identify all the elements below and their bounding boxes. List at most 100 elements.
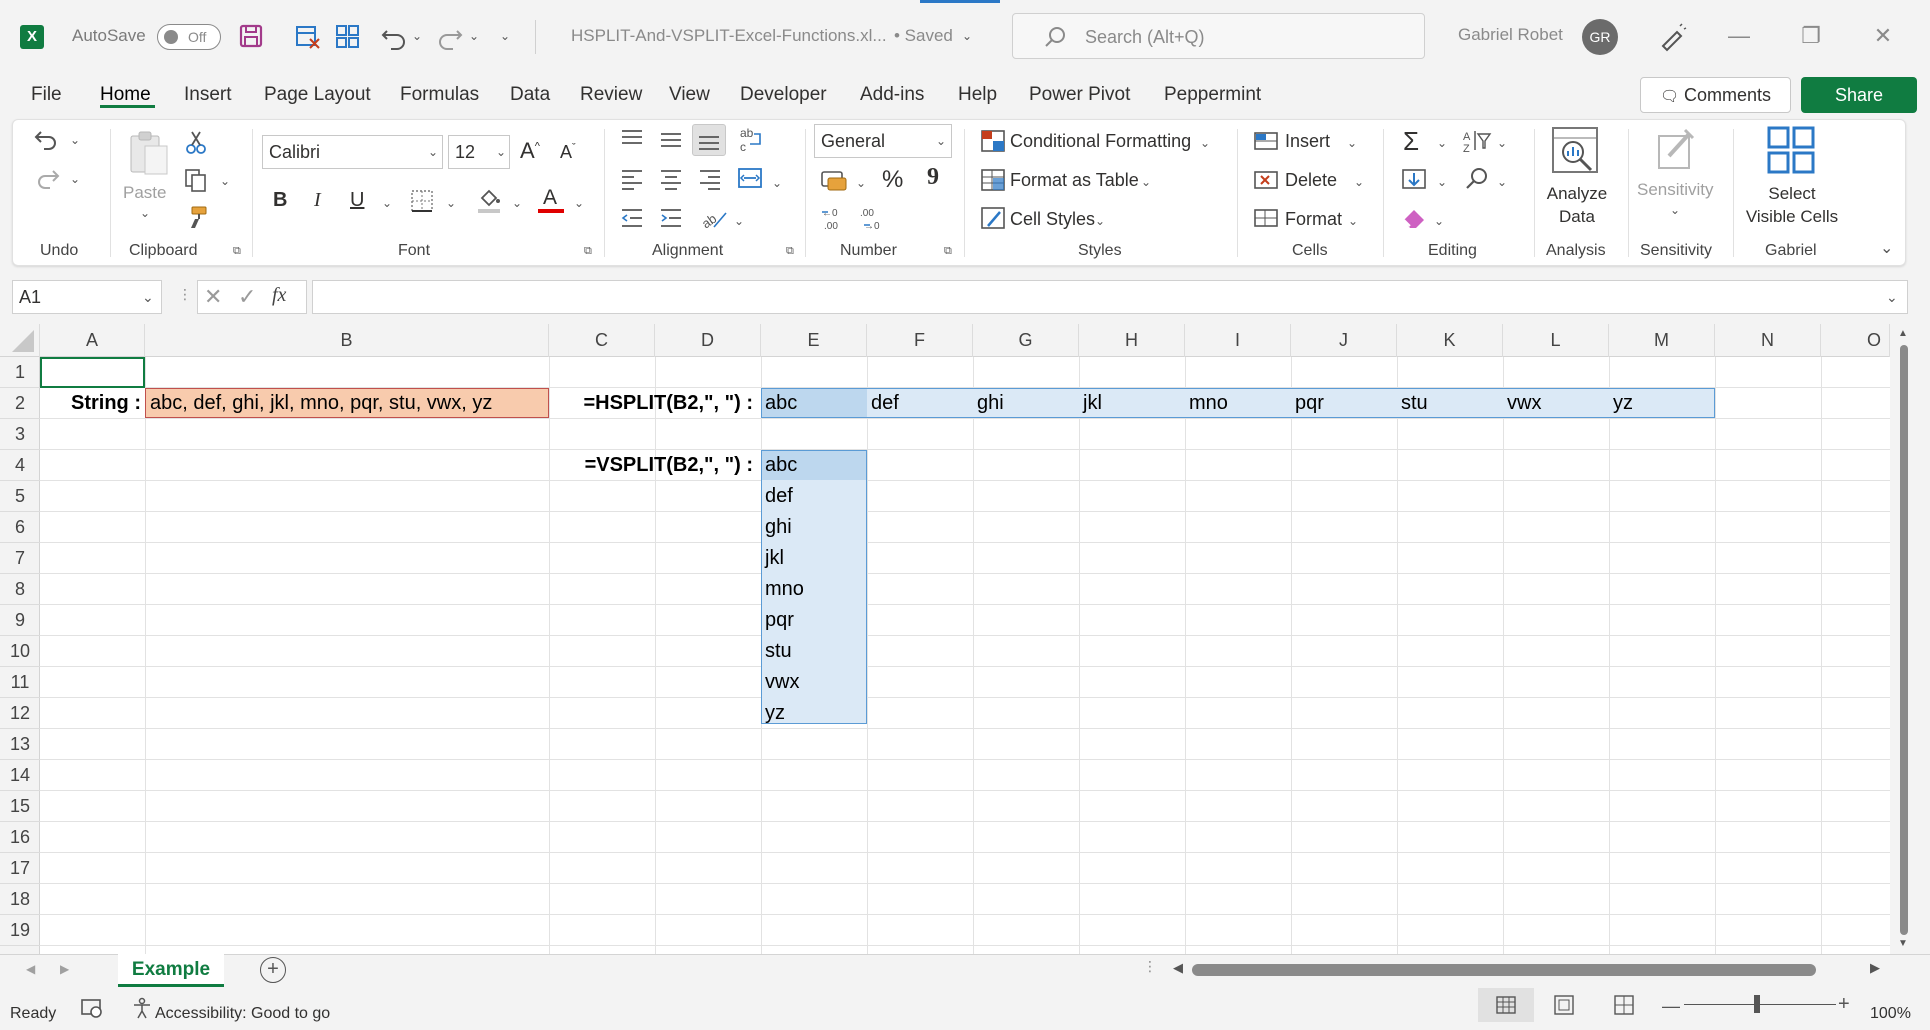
undo-dropdown-icon[interactable]: ⌄ bbox=[70, 133, 80, 147]
scroll-right-icon[interactable]: ▶ bbox=[1870, 960, 1880, 976]
vsplit-cell[interactable]: pqr bbox=[765, 605, 794, 636]
save-icon[interactable] bbox=[234, 19, 268, 53]
fill-color-dropdown-icon[interactable]: ⌄ bbox=[512, 196, 522, 210]
menu-add-ins[interactable]: Add-ins bbox=[860, 84, 924, 106]
customize-qat-icon[interactable]: ⌄ bbox=[500, 29, 510, 43]
row-header[interactable]: 18 bbox=[0, 884, 40, 915]
align-left-icon[interactable] bbox=[620, 168, 644, 190]
autosave-toggle[interactable]: Off bbox=[157, 24, 221, 50]
comma-style-button[interactable]: 9 bbox=[927, 164, 939, 191]
row-header[interactable]: 19 bbox=[0, 915, 40, 946]
decrease-decimal-icon[interactable]: .00 →0 bbox=[858, 204, 888, 232]
accessibility-icon[interactable] bbox=[130, 996, 154, 1020]
cell-c4-formula-text[interactable]: =VSPLIT(B2,", ") : bbox=[549, 450, 753, 481]
orientation-dropdown-icon[interactable]: ⌄ bbox=[734, 214, 744, 228]
accessibility-status[interactable]: Accessibility: Good to go bbox=[155, 1005, 330, 1023]
column-header[interactable]: K bbox=[1397, 324, 1503, 357]
copy-dropdown-icon[interactable]: ⌄ bbox=[220, 174, 230, 188]
hsplit-cell[interactable]: def bbox=[871, 388, 899, 419]
hsplit-cell[interactable]: vwx bbox=[1507, 388, 1541, 419]
redo-dropdown-icon[interactable]: ⌄ bbox=[469, 29, 479, 43]
vsplit-cell[interactable]: mno bbox=[765, 574, 804, 605]
formula-input[interactable] bbox=[312, 280, 1908, 314]
hsplit-cell[interactable]: abc bbox=[765, 388, 797, 419]
hsplit-cell[interactable]: pqr bbox=[1295, 388, 1324, 419]
vertical-scroll-thumb[interactable] bbox=[1900, 345, 1908, 935]
alignment-launcher-icon[interactable]: ⧉ bbox=[786, 245, 794, 258]
menu-file[interactable]: File bbox=[31, 84, 62, 106]
redo-icon[interactable] bbox=[433, 19, 467, 53]
column-header[interactable]: N bbox=[1715, 324, 1821, 357]
name-box-dropdown-icon[interactable]: ⌄ bbox=[142, 289, 154, 306]
menu-developer[interactable]: Developer bbox=[740, 84, 827, 106]
cell-styles-icon[interactable] bbox=[980, 206, 1006, 230]
vsplit-cell[interactable]: abc bbox=[765, 450, 797, 481]
menu-peppermint[interactable]: Peppermint bbox=[1164, 84, 1261, 106]
analyze-data-icon[interactable] bbox=[1551, 126, 1601, 176]
insert-function-icon[interactable]: fx bbox=[272, 284, 286, 307]
conditional-dropdown-icon[interactable]: ⌄ bbox=[1200, 136, 1210, 150]
decrease-indent-icon[interactable] bbox=[620, 207, 644, 229]
bold-button[interactable]: B bbox=[273, 189, 287, 212]
macro-recording-icon[interactable] bbox=[80, 996, 104, 1020]
comments-button[interactable]: 🗨 Comments bbox=[1640, 77, 1791, 113]
menu-view[interactable]: View bbox=[669, 84, 710, 106]
delete-dropdown-icon[interactable]: ⌄ bbox=[1354, 175, 1364, 189]
merge-center-icon[interactable] bbox=[737, 166, 763, 190]
restore-icon[interactable]: ❐ bbox=[1796, 21, 1826, 51]
accounting-dropdown-icon[interactable]: ⌄ bbox=[856, 176, 866, 190]
document-title[interactable]: HSPLIT-And-VSPLIT-Excel-Functions.xl... bbox=[571, 26, 887, 46]
cell-b2[interactable]: abc, def, ghi, jkl, mno, pqr, stu, vwx, … bbox=[145, 388, 549, 418]
column-header[interactable]: E bbox=[761, 324, 867, 357]
autosum-dropdown-icon[interactable]: ⌄ bbox=[1437, 136, 1447, 150]
cell-styles-dropdown-icon[interactable]: ⌄ bbox=[1095, 214, 1105, 228]
format-table-dropdown-icon[interactable]: ⌄ bbox=[1141, 175, 1151, 189]
vsplit-cell[interactable]: stu bbox=[765, 636, 792, 667]
find-dropdown-icon[interactable]: ⌄ bbox=[1497, 175, 1507, 189]
align-bottom-button[interactable] bbox=[692, 124, 726, 156]
fill-down-icon[interactable] bbox=[1400, 167, 1428, 191]
undo-icon[interactable] bbox=[377, 19, 411, 53]
menu-review[interactable]: Review bbox=[580, 84, 642, 106]
row-header[interactable]: 11 bbox=[0, 667, 40, 698]
hsplit-cell[interactable]: jkl bbox=[1083, 388, 1102, 419]
align-top-icon[interactable] bbox=[620, 128, 644, 150]
cancel-icon[interactable]: ✕ bbox=[204, 284, 222, 310]
row-header[interactable]: 15 bbox=[0, 791, 40, 822]
sort-filter-icon[interactable]: AZ bbox=[1463, 128, 1493, 154]
search-input[interactable]: Search (Alt+Q) bbox=[1012, 13, 1425, 59]
format-painter-icon[interactable] bbox=[183, 204, 209, 230]
zoom-slider-track[interactable] bbox=[1684, 1004, 1836, 1005]
menu-home[interactable]: Home bbox=[100, 84, 151, 106]
expand-formula-bar-icon[interactable]: ⌄ bbox=[1886, 289, 1898, 306]
decrease-font-icon[interactable]: Aˇ bbox=[560, 142, 576, 163]
row-header[interactable]: 12 bbox=[0, 698, 40, 729]
wrap-text-icon[interactable]: ab c bbox=[738, 126, 764, 154]
menu-insert[interactable]: Insert bbox=[184, 84, 232, 106]
number-launcher-icon[interactable]: ⧉ bbox=[944, 245, 952, 258]
tab-splitter-icon[interactable]: ⋮ bbox=[1143, 958, 1157, 975]
redo-icon[interactable] bbox=[32, 163, 62, 193]
avatar[interactable]: GR bbox=[1582, 19, 1618, 55]
scroll-left-icon[interactable]: ◀ bbox=[1173, 960, 1183, 976]
fill-color-icon[interactable] bbox=[476, 186, 502, 214]
menu-data[interactable]: Data bbox=[510, 84, 550, 106]
row-header[interactable]: 2 bbox=[0, 388, 40, 419]
active-cell-a1[interactable] bbox=[40, 357, 145, 388]
column-header[interactable]: A bbox=[40, 324, 145, 357]
menu-help[interactable]: Help bbox=[958, 84, 997, 106]
column-header[interactable]: L bbox=[1503, 324, 1609, 357]
paste-dropdown-icon[interactable]: ⌄ bbox=[140, 206, 150, 220]
column-header[interactable]: B bbox=[145, 324, 549, 357]
zoom-level[interactable]: 100% bbox=[1870, 1005, 1911, 1023]
pen-icon[interactable] bbox=[1655, 20, 1689, 54]
insert-cells-icon[interactable] bbox=[1253, 129, 1279, 153]
row-header[interactable]: 3 bbox=[0, 419, 40, 450]
redo-dropdown-icon[interactable]: ⌄ bbox=[70, 172, 80, 186]
hsplit-spill-range[interactable] bbox=[761, 388, 1715, 418]
row-header[interactable]: 5 bbox=[0, 481, 40, 512]
column-header[interactable]: F bbox=[867, 324, 973, 357]
minimize-icon[interactable]: — bbox=[1724, 21, 1754, 51]
chevron-down-icon[interactable]: ⌄ bbox=[428, 145, 438, 159]
row-header[interactable]: 6 bbox=[0, 512, 40, 543]
